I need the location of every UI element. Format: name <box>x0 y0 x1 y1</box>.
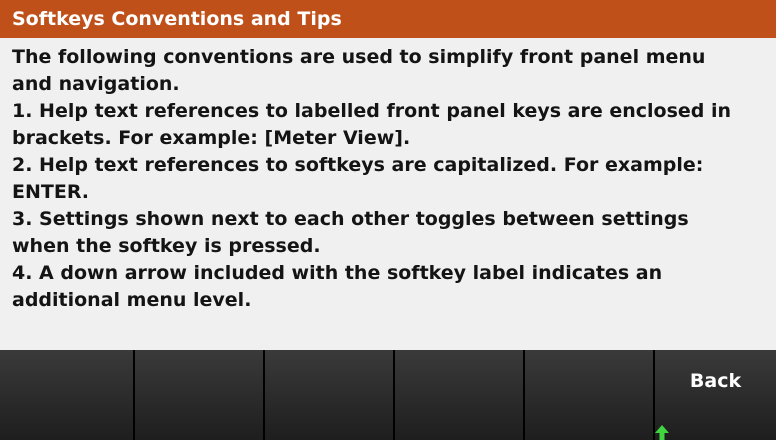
help-screen: Softkeys Conventions and Tips The follow… <box>0 0 776 440</box>
back-softkey[interactable]: Back <box>655 350 776 440</box>
help-line: brackets. For example: [Meter View]. <box>12 127 411 149</box>
page-title: Softkeys Conventions and Tips <box>0 0 776 38</box>
help-line: additional menu level. <box>12 289 252 311</box>
softkey-3[interactable] <box>265 350 395 440</box>
softkey-bar: Back <box>0 350 776 440</box>
softkey-2[interactable] <box>135 350 265 440</box>
help-text: The following conventions are used to si… <box>12 44 768 314</box>
help-line: The following conventions are used to si… <box>12 46 706 68</box>
help-line: 4. A down arrow included with the softke… <box>12 262 663 284</box>
back-label: Back <box>689 370 742 392</box>
softkey-1[interactable] <box>0 350 135 440</box>
help-line: ENTER. <box>12 181 90 203</box>
help-line: 1. Help text references to labelled fron… <box>12 100 732 122</box>
help-line: and navigation. <box>12 73 180 95</box>
softkey-5[interactable] <box>525 350 655 440</box>
softkey-4[interactable] <box>395 350 525 440</box>
up-arrow-icon <box>655 425 669 440</box>
help-line: 3. Settings shown next to each other tog… <box>12 208 689 230</box>
help-line: 2. Help text references to softkeys are … <box>12 154 704 176</box>
help-line: when the softkey is pressed. <box>12 235 321 257</box>
